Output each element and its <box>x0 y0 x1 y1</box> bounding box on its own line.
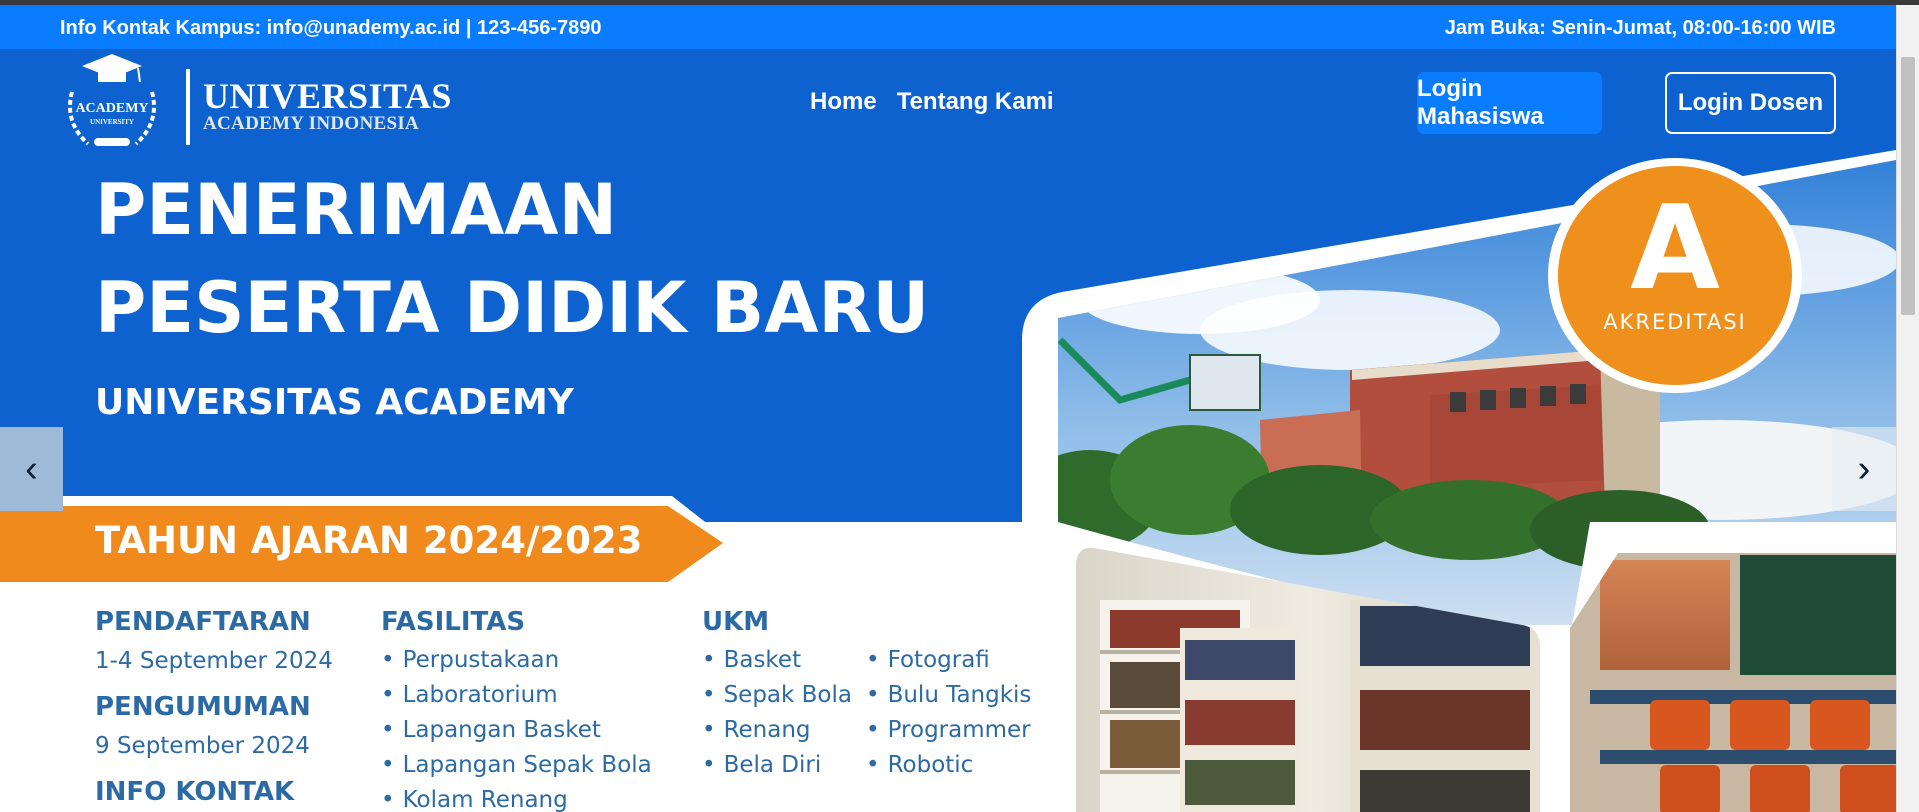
logo-title[interactable]: UNIVERSITAS <box>203 75 452 117</box>
registration-date: 1-4 September 2024 <box>95 648 333 674</box>
top-info-bar: Info Kontak Kampus: info@unademy.ac.id |… <box>0 5 1896 49</box>
list-item: Perpustakaan <box>381 643 652 678</box>
nav-about[interactable]: Tentang Kami <box>897 88 1054 116</box>
list-item: Basket <box>702 643 852 678</box>
chevron-left-icon: ‹ <box>25 447 38 490</box>
nav-home[interactable]: Home <box>810 88 877 116</box>
announcement-label: PENGUMUMAN <box>95 692 311 722</box>
logo-emblem-subtext: UNIVERSITY <box>90 118 134 126</box>
accreditation-badge: A AKREDITASI <box>1548 158 1802 393</box>
badge-label: AKREDITASI <box>1603 310 1747 334</box>
logo-emblem-text: ACADEMY <box>75 101 148 116</box>
logo-subtitle[interactable]: ACADEMY INDONESIA <box>203 113 419 135</box>
university-logo-icon[interactable]: ACADEMY UNIVERSITY <box>58 52 166 154</box>
registration-label: PENDAFTARAN <box>95 607 311 637</box>
list-item: Bulu Tangkis <box>866 678 1032 713</box>
ukm-list-2: Fotografi Bulu Tangkis Programmer Roboti… <box>866 643 1032 783</box>
list-item: Kolam Renang <box>381 783 652 812</box>
hero-title-line-1: PENERIMAAN <box>95 169 618 251</box>
list-item: Fotografi <box>866 643 1031 678</box>
announcement-date: 9 September 2024 <box>95 733 310 759</box>
opening-hours: Jam Buka: Senin-Jumat, 08:00-16:00 WIB <box>1444 17 1836 39</box>
list-item: Lapangan Sepak Bola <box>381 748 652 783</box>
login-lecturer-button[interactable]: Login Dosen <box>1665 72 1836 134</box>
carousel-prev-button[interactable]: ‹ <box>0 427 63 511</box>
list-item: Programmer <box>866 713 1031 748</box>
main-nav: Home Tentang Kami <box>810 88 1054 116</box>
carousel-next-button[interactable]: › <box>1832 427 1896 511</box>
hero-subtitle: UNIVERSITAS ACADEMY <box>95 382 574 423</box>
list-item: Renang <box>702 713 852 748</box>
contact-label: INFO KONTAK <box>95 777 295 807</box>
page: A AKREDITASI Info Kontak Kampus: info@un… <box>0 0 1919 812</box>
list-item: Lapangan Basket <box>381 713 652 748</box>
list-item: Sepak Bola <box>702 678 852 713</box>
logo-divider <box>186 69 190 145</box>
hero-title-line-2: PESERTA DIDIK BARU <box>95 267 930 349</box>
contact-info: Info Kontak Kampus: info@unademy.ac.id |… <box>60 17 602 39</box>
list-item: Robotic <box>866 748 1031 783</box>
login-student-button[interactable]: Login Mahasiswa <box>1417 72 1602 134</box>
facilities-list: Perpustakaan Laboratorium Lapangan Baske… <box>381 643 652 812</box>
list-item: Laboratorium <box>381 678 652 713</box>
chevron-right-icon: › <box>1857 447 1871 490</box>
facilities-label: FASILITAS <box>381 607 526 637</box>
classroom-photo <box>1570 553 1896 812</box>
badge-letter: A <box>1630 181 1720 316</box>
list-item: Bela Diri <box>702 748 852 783</box>
academic-year-banner: TAHUN AJARAN 2024/2023 <box>95 519 643 562</box>
page-scrollbar[interactable] <box>1896 5 1919 812</box>
scrollbar-thumb[interactable] <box>1901 57 1915 315</box>
ukm-label: UKM <box>702 607 770 637</box>
ukm-list-1: Basket Sepak Bola Renang Bela Diri <box>702 643 852 783</box>
